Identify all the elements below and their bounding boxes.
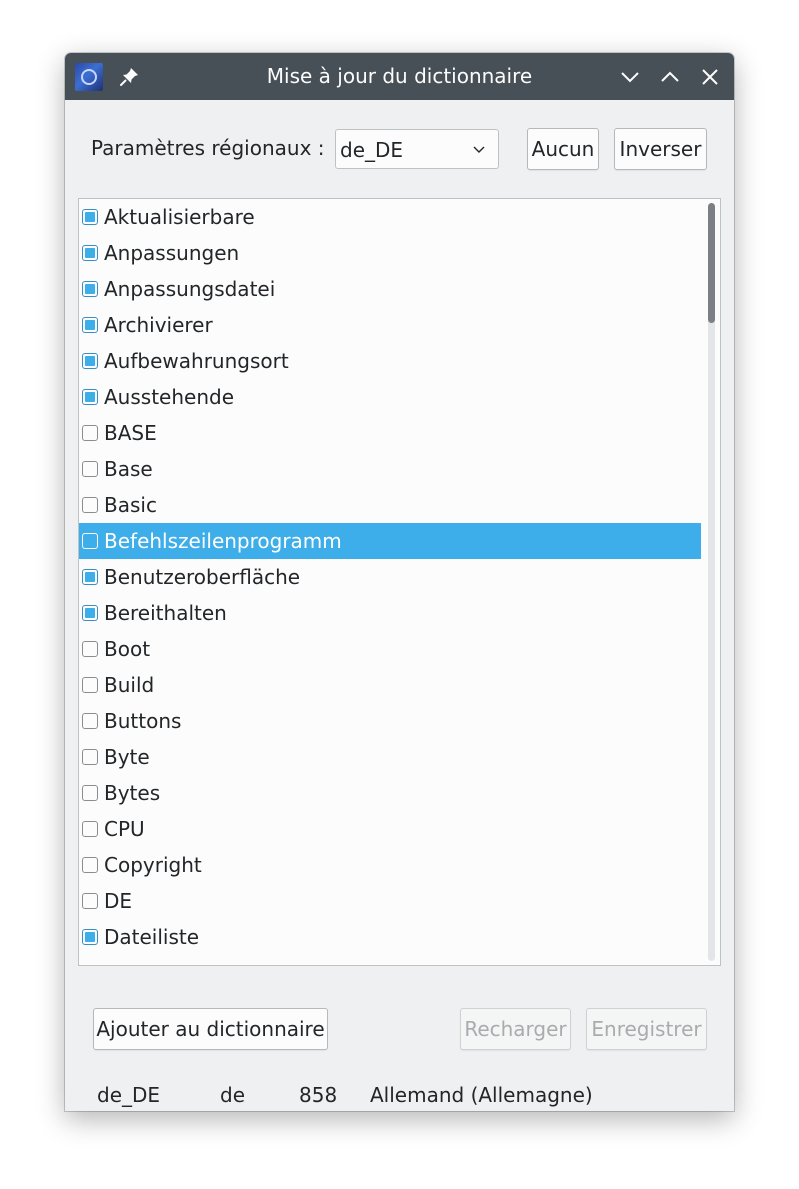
list-item[interactable]: Copyright [79, 847, 701, 883]
list-item-label: Befehlszeilenprogramm [104, 529, 342, 553]
list-item-checkbox[interactable] [82, 281, 98, 297]
list-item-label: Archivierer [104, 313, 213, 337]
invert-button[interactable]: Inverser [614, 128, 707, 170]
list-item-label: BASE [104, 421, 157, 445]
status-bar: de_DE de 858 Allemand (Allemagne) [65, 1083, 734, 1111]
list-item[interactable]: BASE [79, 415, 701, 451]
list-item-checkbox[interactable] [82, 749, 98, 765]
list-item-label: DE [104, 889, 133, 913]
app-icon[interactable] [75, 63, 103, 91]
list-item[interactable]: Build [79, 667, 701, 703]
list-item-label: Basic [104, 493, 157, 517]
list-item-checkbox[interactable] [82, 209, 98, 225]
list-item[interactable]: Boot [79, 631, 701, 667]
list-item-checkbox[interactable] [82, 929, 98, 945]
list-item-checkbox[interactable] [82, 425, 98, 441]
locale-label: Paramètres régionaux : [91, 136, 325, 160]
list-item[interactable]: Basic [79, 487, 701, 523]
locale-select-value: de_DE [340, 138, 404, 162]
list-item-checkbox[interactable] [82, 857, 98, 873]
list-item[interactable]: Anpassungsdatei [79, 271, 701, 307]
list-item-label: Byte [104, 745, 150, 769]
list-item[interactable]: Byte [79, 739, 701, 775]
list-item-checkbox[interactable] [82, 245, 98, 261]
close-icon[interactable] [698, 65, 722, 89]
list-item-checkbox[interactable] [82, 605, 98, 621]
dictionary-update-dialog: Mise à jour du dictionnaire Paramètres r… [65, 53, 734, 1111]
title-bar[interactable]: Mise à jour du dictionnaire [65, 53, 734, 100]
list-item-label: Aufbewahrungsort [104, 349, 289, 373]
list-item[interactable]: Archivierer [79, 307, 701, 343]
list-item-label: Buttons [104, 709, 182, 733]
locale-row: Paramètres régionaux : de_DE Aucun Inver… [65, 128, 734, 172]
list-item-label: CPU [104, 817, 145, 841]
list-item-checkbox[interactable] [82, 713, 98, 729]
list-item-checkbox[interactable] [82, 389, 98, 405]
status-language-name: Allemand (Allemagne) [370, 1083, 593, 1107]
list-item-checkbox[interactable] [82, 893, 98, 909]
chevron-up-icon[interactable] [658, 65, 682, 89]
list-item[interactable]: Base [79, 451, 701, 487]
list-item[interactable]: Dateiliste [79, 919, 701, 955]
save-button[interactable]: Enregistrer [586, 1008, 707, 1050]
list-item-checkbox[interactable] [82, 821, 98, 837]
chevron-down-icon [473, 146, 485, 153]
scrollbar[interactable] [708, 203, 715, 961]
list-item-label: Bereithalten [104, 601, 227, 625]
list-item-label: Dateiliste [104, 925, 200, 949]
list-item[interactable]: Bereithalten [79, 595, 701, 631]
status-word-count: 858 [299, 1083, 338, 1107]
list-item-checkbox[interactable] [82, 533, 98, 549]
list-item-label: Aktualisierbare [104, 205, 255, 229]
locale-select[interactable]: de_DE [335, 129, 499, 169]
scrollbar-thumb[interactable] [708, 203, 715, 323]
list-item-checkbox[interactable] [82, 569, 98, 585]
word-list[interactable]: Dateiliste DE Copyright CPU Bytes Byte Buttons… [78, 198, 721, 966]
list-item-checkbox[interactable] [82, 353, 98, 369]
status-language-code: de [220, 1083, 245, 1107]
list-item[interactable]: Bytes [79, 775, 701, 811]
none-button[interactable]: Aucun [527, 128, 599, 170]
list-item-label: Anpassungsdatei [104, 277, 276, 301]
list-item[interactable]: Aufbewahrungsort [79, 343, 701, 379]
list-item-checkbox[interactable] [82, 317, 98, 333]
list-item[interactable]: DE [79, 883, 701, 919]
pin-icon[interactable] [117, 65, 141, 89]
list-item[interactable]: Anpassungen [79, 235, 701, 271]
list-item-label: Base [104, 457, 153, 481]
list-item[interactable]: Befehlszeilenprogramm [79, 523, 701, 559]
reload-button[interactable]: Recharger [460, 1008, 571, 1050]
chevron-down-icon[interactable] [618, 65, 642, 89]
list-item[interactable]: Benutzeroberfläche [79, 559, 701, 595]
window-title: Mise à jour du dictionnaire [266, 64, 533, 88]
list-item-label: Ausstehende [104, 385, 234, 409]
list-item-checkbox[interactable] [82, 461, 98, 477]
list-item[interactable]: Aktualisierbare [79, 199, 701, 235]
list-item[interactable]: Buttons [79, 703, 701, 739]
list-item-label: Bytes [104, 781, 161, 805]
list-item[interactable]: CPU [79, 811, 701, 847]
list-item-checkbox[interactable] [82, 677, 98, 693]
status-locale: de_DE [97, 1083, 161, 1107]
list-item-checkbox[interactable] [82, 641, 98, 657]
list-item-label: Copyright [104, 853, 202, 877]
add-to-dictionary-button[interactable]: Ajouter au dictionnaire [93, 1008, 328, 1050]
list-item[interactable]: Ausstehende [79, 379, 701, 415]
list-item-checkbox[interactable] [82, 497, 98, 513]
list-item-checkbox[interactable] [82, 785, 98, 801]
list-item-label: Build [104, 673, 155, 697]
list-item-label: Benutzeroberfläche [104, 565, 301, 589]
list-item-label: Anpassungen [104, 241, 240, 265]
list-item-label: Boot [104, 637, 151, 661]
